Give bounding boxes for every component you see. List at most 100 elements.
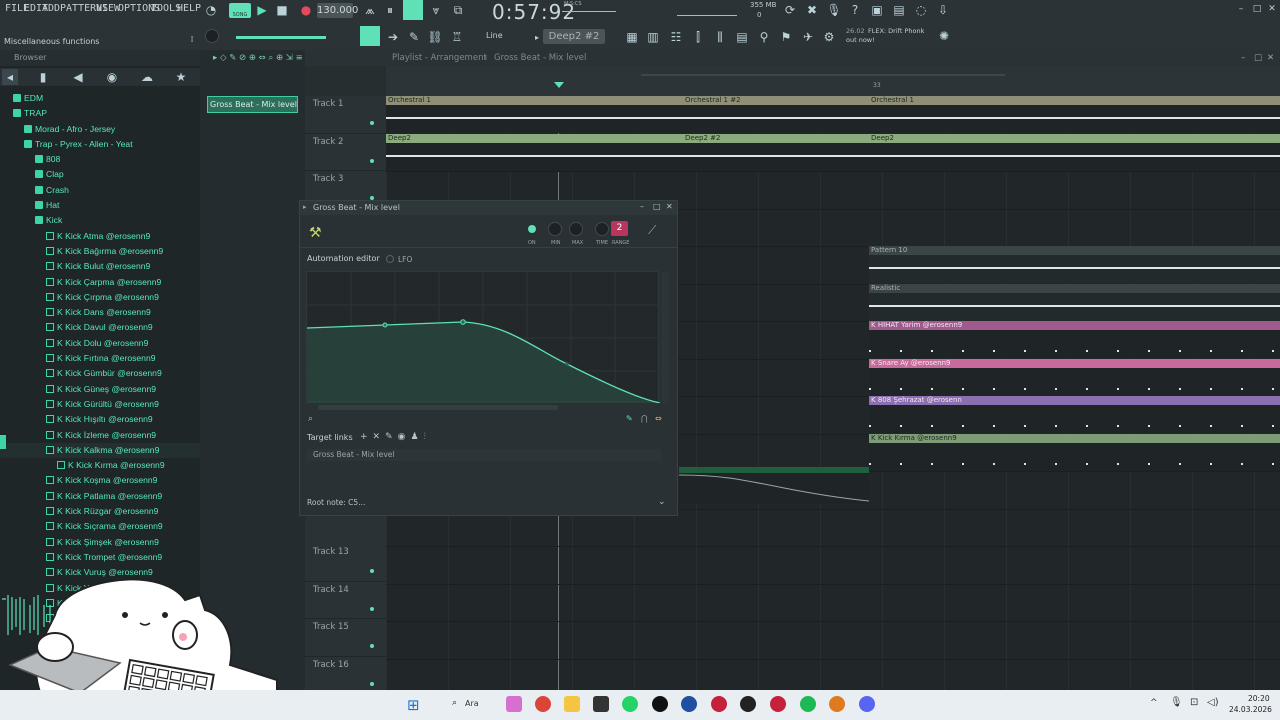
app-icon-5[interactable] — [770, 696, 786, 712]
window-arrow-icon[interactable]: ▸ — [303, 203, 307, 211]
playlist-clip[interactable]: K Kick Kırma @erosenn9 — [869, 433, 1280, 471]
browser-file[interactable]: K Kick Güneş @erosenn9 — [0, 382, 200, 397]
graph-scrollbar[interactable] — [662, 272, 669, 403]
help-icon[interactable]: ? — [847, 2, 863, 18]
target-row[interactable]: Gross Beat - Mix level — [307, 449, 661, 461]
timeline-ruler[interactable]: 33 — [386, 66, 1280, 96]
browser-file[interactable]: K Kick Kalkma @erosenn9 — [0, 442, 200, 459]
app-icon-3[interactable] — [711, 696, 727, 712]
browser-folder[interactable]: EDM — [0, 91, 200, 106]
browser-file[interactable]: K Kick Trompet @erosenn9 — [0, 550, 200, 565]
browser-file[interactable]: K Kick Patlama @erosenn9 — [0, 489, 200, 504]
automation-clip-button[interactable]: Gross Beat - Mix level — [207, 96, 298, 113]
channel-rack-icon[interactable]: ⫼ — [712, 29, 728, 45]
snap-mode[interactable]: Line — [486, 31, 503, 40]
playlist-clip[interactable]: Deep2 — [869, 133, 1280, 171]
browser-folder[interactable]: Kick — [0, 213, 200, 228]
discord-icon[interactable] — [859, 696, 875, 712]
gb-maximize-icon[interactable]: □ — [653, 202, 661, 211]
graph-h-scrollbar[interactable] — [318, 405, 558, 410]
range-value[interactable]: 2 — [611, 221, 628, 236]
maximize-icon[interactable]: □ — [1249, 1, 1265, 17]
playlist-clip[interactable]: Orchestral 1 — [386, 96, 683, 133]
chevron-down-icon[interactable]: ⌄ — [658, 497, 666, 507]
browser-file[interactable]: K Kick Gümbür @erosenn9 — [0, 366, 200, 381]
automation-curve[interactable] — [307, 272, 660, 403]
app-icon-6[interactable] — [829, 696, 845, 712]
fl-studio-taskbar-icon[interactable] — [593, 696, 609, 712]
tempo-display[interactable]: 130.000 — [317, 3, 358, 18]
browser-folder[interactable]: TRAP — [0, 106, 200, 121]
swap-icon[interactable]: ⇔ — [655, 414, 662, 423]
time-knob[interactable] — [595, 222, 609, 236]
record-icon[interactable]: ● — [298, 2, 314, 18]
playlist-clip[interactable]: K Snare Ay @erosenn9 — [869, 358, 1280, 396]
playlist-clip[interactable]: Orchestral 1 #2 — [683, 96, 869, 133]
cloud-icon[interactable]: ✈ — [800, 29, 816, 45]
tray-mic-icon[interactable]: 🎙 — [1170, 697, 1183, 708]
master-pitch-slider[interactable] — [236, 36, 326, 39]
lfo-radio[interactable] — [386, 255, 394, 263]
track-header[interactable]: Track 13 — [305, 544, 386, 582]
plugin-icon[interactable]: ⚲ — [756, 29, 772, 45]
pat-song-toggle-icon[interactable]: ◔ — [203, 2, 219, 18]
browser-file[interactable]: K Kick Bulut @erosenn9 — [0, 259, 200, 274]
playlist-icon[interactable]: ▦ — [624, 29, 640, 45]
playlist-close-icon[interactable]: ✕ — [1267, 50, 1274, 66]
browser-file[interactable]: K Kick Çarpma @erosenn9 — [0, 275, 200, 290]
brush-icon[interactable]: ✎ — [626, 414, 633, 423]
copilot-icon[interactable] — [506, 696, 522, 712]
track-header[interactable]: Track 1 — [305, 96, 386, 134]
track-header[interactable]: Track 14 — [305, 582, 386, 619]
tray-network-icon[interactable]: ⊡ — [1190, 697, 1198, 708]
browser-file[interactable]: K Kick Koşma @erosenn9 — [0, 473, 200, 488]
pattern-selector[interactable]: Deep2 #2 — [543, 29, 605, 44]
tab-cloud-icon[interactable]: ☁ — [139, 69, 155, 85]
chrome-icon[interactable] — [535, 696, 551, 712]
save-icon[interactable]: ▣ — [869, 2, 885, 18]
link-icon[interactable]: ⛓ — [427, 29, 443, 45]
browser-file[interactable]: K Kick Fırtına @erosenn9 — [0, 351, 200, 366]
metronome-icon[interactable]: ⩕ — [362, 2, 378, 18]
news-ticker[interactable]: FLEX: Drift Phonk out now! — [846, 27, 926, 45]
target-link-tools[interactable]: +✕✎◉♟⫶ — [360, 432, 431, 442]
playlist-minimize-icon[interactable]: – — [1241, 50, 1245, 66]
taskbar-date[interactable]: 24.03.2026 — [1229, 705, 1272, 714]
browser-file[interactable]: K Kick Şimşek @erosenn9 — [0, 535, 200, 550]
track-mute-dot[interactable] — [370, 644, 374, 648]
track-mute-dot[interactable] — [370, 606, 374, 611]
menu-help[interactable]: HELP — [177, 3, 201, 14]
track-mute-dot[interactable] — [370, 158, 374, 163]
tab-all-icon[interactable]: ◂ — [2, 69, 18, 85]
download-icon[interactable]: ⇩ — [935, 2, 951, 18]
arrow-right-icon[interactable]: ➔ — [385, 29, 401, 45]
close-icon[interactable]: ✕ — [1264, 1, 1280, 17]
whatsapp-icon[interactable] — [622, 696, 638, 712]
loop-record-icon[interactable]: ⧉ — [450, 2, 466, 18]
browser-file[interactable]: K Kick Rüzgar @erosenn9 — [0, 504, 200, 519]
browser-file[interactable]: K Kick Çırpma @erosenn9 — [0, 290, 200, 305]
browser-file[interactable]: K Kick Sıçrama @erosenn9 — [0, 519, 200, 534]
wait-icon[interactable]: ⏸ — [382, 2, 398, 18]
step-sequencer-icon[interactable]: ▥ — [645, 29, 661, 45]
browser-folder[interactable]: 808 — [0, 152, 200, 167]
play-icon[interactable]: ▶ — [254, 2, 270, 18]
on-toggle[interactable] — [528, 225, 536, 233]
track-header[interactable]: Track 2 — [305, 134, 386, 171]
tempo-tap-icon[interactable]: ⚑ — [778, 29, 794, 45]
pencil-icon[interactable]: ✎ — [406, 29, 422, 45]
chat-icon[interactable]: ◌ — [913, 2, 929, 18]
browser-file[interactable]: K Kick Davul @erosenn9 — [0, 320, 200, 335]
browser-file[interactable]: K Kick Gürültü @erosenn9 — [0, 397, 200, 412]
wrench-icon[interactable]: ⚒ — [309, 225, 322, 241]
root-note-label[interactable]: Root note: C5... — [307, 498, 365, 507]
countdown-button[interactable] — [403, 0, 423, 20]
min-knob[interactable] — [548, 222, 562, 236]
browser-folder[interactable]: Morad - Afro - Jersey — [0, 122, 200, 137]
browser-file[interactable]: K Kick Dans @erosenn9 — [0, 305, 200, 320]
automation-clip[interactable] — [678, 467, 870, 504]
spotify-icon[interactable] — [800, 696, 816, 712]
track-mute-dot[interactable] — [370, 569, 374, 573]
browser-folder[interactable]: Trap - Pyrex - Alien - Yeat — [0, 137, 200, 152]
browser-file[interactable]: K Kick İzleme @erosenn9 — [0, 428, 200, 443]
